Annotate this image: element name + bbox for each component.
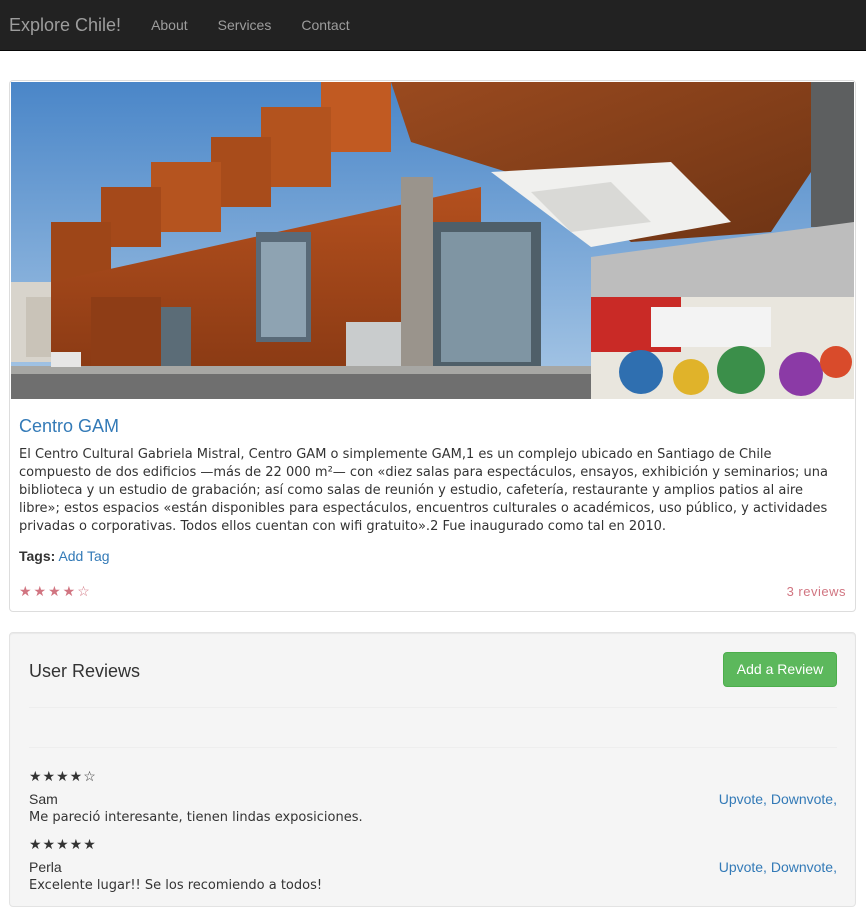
- navbar: Explore Chile! About Services Contact: [0, 0, 866, 51]
- rating-stars-icon: ★★★★☆: [19, 582, 92, 599]
- place-caption: Centro GAM El Centro Cultural Gabriela M…: [19, 415, 845, 566]
- review-header: Perla Upvote, Downvote,: [29, 857, 837, 877]
- building-photo: [11, 82, 854, 399]
- brand-link[interactable]: Explore Chile!: [0, 0, 136, 50]
- review-stars-icon: ★★★★☆: [29, 768, 97, 784]
- review-count: 3 reviews: [786, 583, 846, 599]
- place-title[interactable]: Centro GAM: [19, 415, 845, 437]
- nav-contact[interactable]: Contact: [286, 0, 364, 50]
- nav-about[interactable]: About: [136, 0, 203, 50]
- review-header: Sam Upvote, Downvote,: [29, 789, 837, 809]
- place-card: Centro GAM El Centro Cultural Gabriela M…: [9, 80, 856, 612]
- reviewer-name: Sam: [29, 791, 58, 807]
- nav-services[interactable]: Services: [203, 0, 287, 50]
- ratings-row: ★★★★☆ 3 reviews: [19, 581, 846, 601]
- reviewer-name: Perla: [29, 859, 62, 875]
- review-stars-icon: ★★★★★: [29, 836, 97, 852]
- tags-label: Tags:: [19, 548, 56, 564]
- vote-links[interactable]: Upvote, Downvote,: [719, 789, 837, 809]
- review-item: ★★★★☆ Sam Upvote, Downvote, Me pareció i…: [29, 767, 837, 827]
- place-photo: [11, 82, 854, 399]
- add-tag-link[interactable]: Add Tag: [58, 548, 109, 564]
- divider: [29, 747, 837, 748]
- reviews-title: User Reviews: [29, 661, 141, 681]
- review-comment: Excelente lugar!! Se los recomiendo a to…: [29, 878, 323, 893]
- divider: [29, 707, 837, 708]
- review-item: ★★★★★ Perla Upvote, Downvote, Excelente …: [29, 835, 837, 895]
- tags-row: Tags: Add Tag: [19, 546, 845, 566]
- vote-links[interactable]: Upvote, Downvote,: [719, 857, 837, 877]
- review-comment: Me pareció interesante, tienen lindas ex…: [29, 810, 363, 825]
- place-description: El Centro Cultural Gabriela Mistral, Cen…: [19, 447, 828, 534]
- add-review-button[interactable]: Add a Review: [723, 652, 837, 687]
- user-reviews-panel: User Reviews Add a Review ★★★★☆ Sam Upvo…: [9, 632, 856, 907]
